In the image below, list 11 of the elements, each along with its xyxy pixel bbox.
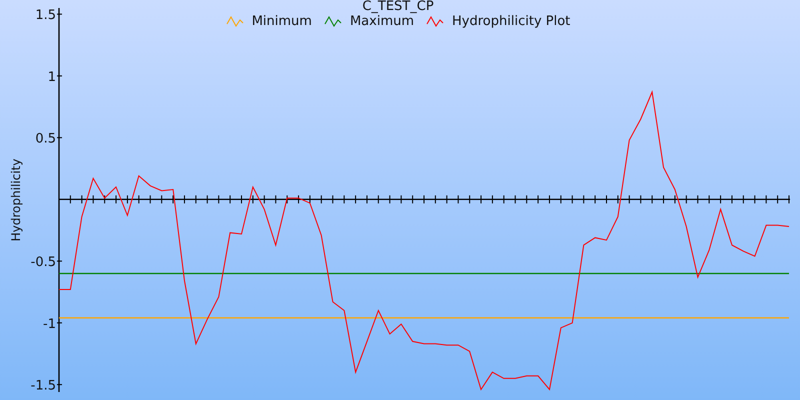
- y-tick-label: 1.5: [35, 8, 56, 24]
- y-tick-label: -0.5: [30, 255, 56, 270]
- y-axis-label: Hydrophilicity: [9, 158, 23, 242]
- legend-label: Minimum: [252, 14, 312, 30]
- legend-label: Hydrophilicity Plot: [452, 14, 570, 30]
- y-tick-label: 1: [48, 70, 56, 85]
- y-tick-label: -1: [43, 316, 56, 332]
- y-tick-label: 0.5: [35, 132, 56, 147]
- legend-label: Maximum: [350, 14, 414, 30]
- y-tick-label: -1.5: [30, 378, 56, 394]
- chart-title: C_TEST_CP: [362, 0, 434, 14]
